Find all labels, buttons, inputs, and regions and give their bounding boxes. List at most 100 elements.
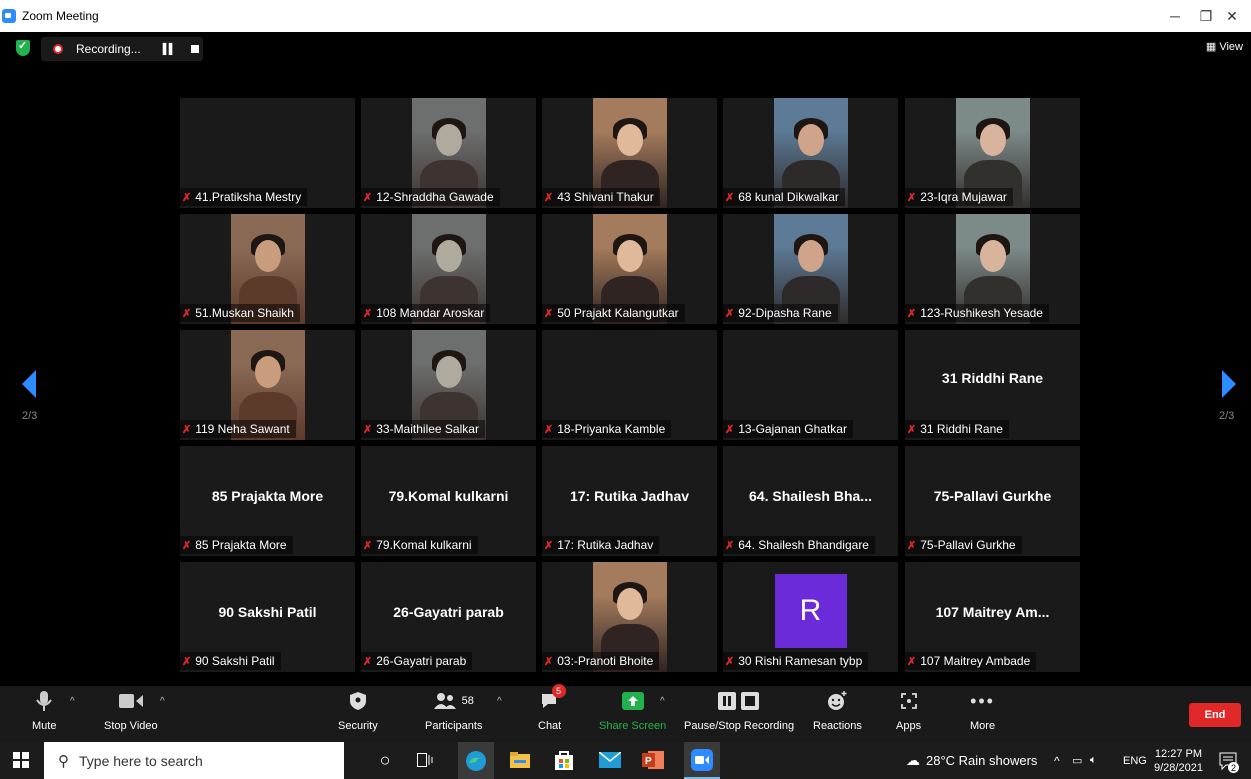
pause-stop-icon (718, 690, 760, 712)
participant-face (979, 124, 1006, 156)
participant-name-label: ✗ 33-Maithilee Salkar (361, 420, 485, 438)
participant-tile[interactable]: ✗ 50 Prajakt Kalangutkar (542, 214, 717, 324)
participant-tile[interactable]: ✗ 92-Dipasha Rane (723, 214, 898, 324)
security-shield-icon[interactable] (16, 39, 30, 56)
participant-tile[interactable]: 79.Komal kulkarni ✗ 79.Komal kulkarni (361, 446, 536, 556)
participant-tile[interactable]: 75-Pallavi Gurkhe ✗ 75-Pallavi Gurkhe (905, 446, 1080, 556)
participant-tile[interactable]: 64. Shailesh Bha... ✗ 64. Shailesh Bhandig… (723, 446, 898, 556)
participant-tile[interactable]: ✗ 03:-Pranoti Bhoite (542, 562, 717, 672)
participant-name: 107 Maitrey Ambade (920, 654, 1031, 668)
title-bar: Zoom Meeting ─ ❐ ✕ (0, 0, 1251, 32)
file-explorer-icon[interactable] (509, 749, 531, 771)
participant-name-label: ✗ 107 Maitrey Ambade (905, 652, 1037, 670)
participant-tile[interactable]: R ✗ 30 Rishi Ramesan tybp (723, 562, 898, 672)
share-options-caret-icon[interactable]: ^ (660, 690, 665, 707)
close-icon[interactable]: ✕ (1212, 0, 1251, 32)
participant-name-label: ✗ 79.Komal kulkarni (361, 536, 478, 554)
view-button[interactable]: ▦ View (1206, 40, 1243, 53)
zoom-app-icon (2, 9, 16, 23)
participant-tile[interactable]: 107 Maitrey Am... ✗ 107 Maitrey Ambade (905, 562, 1080, 672)
participant-tile[interactable]: ✗ 33-Maithilee Salkar (361, 330, 536, 440)
pause-recording-icon[interactable]: ▌▌ (163, 44, 176, 55)
pause-stop-recording-button[interactable]: Pause/Stop Recording (684, 690, 794, 732)
participant-tile[interactable]: ✗ 12-Shraddha Gawade (361, 98, 536, 208)
participant-tile[interactable]: ✗ 51.Muskan Shaikh (180, 214, 355, 324)
participant-tile[interactable]: ✗ 43 Shivani Thakur (542, 98, 717, 208)
share-screen-button[interactable]: Share Screen (599, 690, 666, 732)
participant-tile[interactable]: 26-Gayatri parab ✗ 26-Gayatri parab (361, 562, 536, 672)
chat-button[interactable]: 5 Chat (538, 684, 566, 732)
prev-page-arrow-icon[interactable] (22, 370, 36, 398)
participant-name-label: ✗ 41.Pratiksha Mestry (180, 188, 308, 206)
rain-cloud-icon: ☁ (906, 752, 920, 768)
powerpoint-icon[interactable]: P (642, 749, 664, 771)
windows-start-icon[interactable] (10, 749, 32, 771)
participants-caret-icon[interactable]: ^ (497, 690, 502, 707)
task-view-icon[interactable] (414, 749, 436, 771)
stop-recording-icon[interactable] (190, 45, 199, 53)
notifications-icon[interactable]: 2 (1218, 742, 1239, 779)
participant-avatar: R (774, 574, 847, 648)
microsoft-store-icon[interactable] (553, 749, 575, 771)
participant-tile[interactable]: ✗ 123-Rushikesh Yesade (905, 214, 1080, 324)
reactions-button[interactable]: Reactions (813, 690, 862, 732)
participant-display-name: 90 Sakshi Patil (218, 604, 317, 620)
participant-name: 26-Gayatri parab (376, 654, 467, 668)
next-page-arrow-icon[interactable] (1222, 370, 1236, 398)
video-options-caret-icon[interactable]: ^ (160, 690, 165, 707)
network-icon[interactable]: ▭ (1072, 742, 1082, 779)
participant-name-label: ✗ 90 Sakshi Patil (180, 652, 281, 670)
participant-tile[interactable]: 17: Rutika Jadhav ✗ 17: Rutika Jadhav (542, 446, 717, 556)
participant-name: 41.Pratiksha Mestry (195, 190, 302, 204)
zoom-taskbar-icon[interactable] (684, 742, 720, 779)
weather-widget[interactable]: ☁ 28°C Rain showers (906, 742, 1037, 779)
participant-name: 17: Rutika Jadhav (557, 538, 654, 552)
participant-tile[interactable]: ✗ 13-Gajanan Ghatkar (723, 330, 898, 440)
clock[interactable]: 12:27 PM 9/28/2021 (1154, 742, 1203, 779)
volume-icon[interactable]: 🔈︎ (1090, 742, 1097, 779)
taskbar-search-box[interactable]: ⚲ Type here to search (44, 742, 344, 779)
show-hidden-icons-icon[interactable]: ^ (1054, 742, 1060, 779)
participant-tile[interactable]: ✗ 41.Pratiksha Mestry (180, 98, 355, 208)
audio-options-caret-icon[interactable]: ^ (70, 690, 75, 707)
security-label: Security (338, 720, 378, 732)
participant-tile[interactable]: 85 Prajakta More ✗ 85 Prajakta More (180, 446, 355, 556)
participant-count: 58 (461, 695, 474, 707)
weather-text: 28°C Rain showers (926, 753, 1038, 768)
mute-button[interactable]: Mute (32, 690, 56, 732)
participant-tile[interactable]: ✗ 119 Neha Sawant (180, 330, 355, 440)
participant-tile[interactable]: 90 Sakshi Patil ✗ 90 Sakshi Patil (180, 562, 355, 672)
participant-name-label: ✗ 43 Shivani Thakur (542, 188, 660, 206)
microphone-icon (36, 690, 53, 712)
cortana-icon[interactable]: ○ (374, 749, 396, 771)
smiley-icon (827, 690, 847, 712)
language-indicator[interactable]: ENG (1123, 742, 1147, 779)
muted-mic-icon: ✗ (725, 191, 735, 204)
more-dots-icon: ••• (970, 690, 995, 711)
participant-name: 30 Rishi Ramesan tybp (738, 654, 863, 668)
video-gallery: ✗ 41.Pratiksha Mestry ✗ 12-Shraddha Gawade ✗… (180, 98, 1080, 672)
participant-tile[interactable]: ✗ 68 kunal Dikwalkar (723, 98, 898, 208)
participant-tile[interactable]: ✗ 108 Mandar Aroskar (361, 214, 536, 324)
apps-button[interactable]: Apps (896, 690, 921, 732)
participant-tile[interactable]: 31 Riddhi Rane ✗ 31 Riddhi Rane (905, 330, 1080, 440)
reactions-label: Reactions (813, 720, 862, 732)
participant-name-label: ✗ 18-Priyanka Kamble (542, 420, 672, 438)
security-button[interactable]: Security (338, 690, 378, 732)
stop-video-button[interactable]: Stop Video (104, 690, 158, 732)
end-meeting-button[interactable]: End (1189, 703, 1241, 727)
participant-tile[interactable]: ✗ 18-Priyanka Kamble (542, 330, 717, 440)
participant-display-name: 79.Komal kulkarni (388, 488, 509, 504)
participant-name: 68 kunal Dikwalkar (738, 190, 839, 204)
participant-name-label: ✗ 75-Pallavi Gurkhe (905, 536, 1022, 554)
muted-mic-icon: ✗ (725, 423, 735, 436)
participant-name-label: ✗ 92-Dipasha Rane (723, 304, 838, 322)
participant-name: 119 Neha Sawant (195, 422, 290, 436)
more-button[interactable]: ••• More (970, 690, 995, 733)
participant-name-label: ✗ 108 Mandar Aroskar (361, 304, 491, 322)
mail-icon[interactable] (599, 749, 621, 771)
stop-video-label: Stop Video (104, 720, 158, 732)
edge-browser-icon[interactable] (458, 742, 494, 779)
participants-button[interactable]: 58 Participants (425, 690, 482, 732)
participant-tile[interactable]: ✗ 23-Iqra Mujawar (905, 98, 1080, 208)
